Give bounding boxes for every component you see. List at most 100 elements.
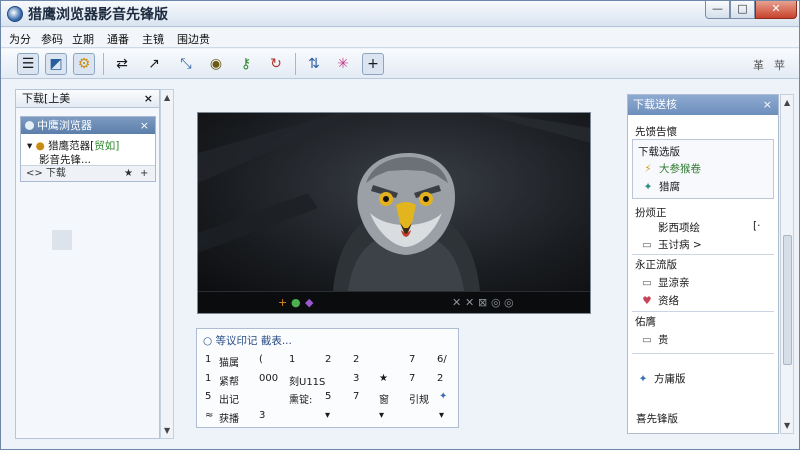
plus-icon[interactable]: + <box>140 166 148 181</box>
option-label: 大参猴卷 <box>659 163 701 175</box>
control-add-icon[interactable]: + <box>278 296 287 309</box>
line-icon[interactable]: ↗ <box>143 53 165 75</box>
scroll-up-icon[interactable]: ▲ <box>164 93 170 102</box>
sparkle-icon: ✦ <box>638 373 648 385</box>
box-icon: ▭ <box>642 334 652 346</box>
divider <box>632 353 774 354</box>
menu-item-5[interactable]: 主镜 <box>142 31 164 47</box>
cell: 1 <box>289 354 296 365</box>
option-item[interactable]: ⚡ 大参猴卷 <box>641 161 701 176</box>
download-version-group: 下载选版 ⚡ 大参猴卷 ✦ 猎腐 <box>632 139 774 199</box>
cell: 6/ <box>437 354 447 365</box>
minimize-button[interactable]: — <box>705 1 730 19</box>
section-heading: 永正流版 <box>635 259 677 271</box>
dropdown-icon[interactable]: ▾ <box>379 410 384 421</box>
box-icon: ▭ <box>642 277 652 289</box>
badge-icon: ● <box>35 140 45 152</box>
toolbar: ☰ ◩ ⚙ ⇄ ↗ ⤡ ◉ ⚷ ↻ ⇅ ✳ + 革 苹 <box>1 49 799 79</box>
video-player[interactable]: + ● ◆ ✕ ✕ ⊠ ◎ ◎ <box>197 112 591 314</box>
cell: 猫属 <box>219 358 239 369</box>
maximize-button[interactable]: □ <box>730 1 755 19</box>
scroll-down-icon[interactable]: ▼ <box>784 421 790 430</box>
cell: 2 <box>437 373 444 384</box>
key-icon[interactable]: ⚷ <box>235 53 257 75</box>
star-icon[interactable]: ★ <box>124 166 133 181</box>
option-item[interactable]: 影西项绘 [· <box>658 220 760 235</box>
option-item[interactable]: ▭ 贵 <box>640 332 668 347</box>
video-frame <box>198 113 590 291</box>
control-shape-icon[interactable]: ◆ <box>305 296 313 309</box>
control-stop-icon[interactable]: ⊠ <box>478 296 487 309</box>
divider <box>632 254 774 255</box>
swap-icon[interactable]: ⇄ <box>111 53 133 75</box>
menu-item-3[interactable]: 立期 <box>72 31 94 47</box>
scroll-up-icon[interactable]: ▲ <box>784 98 790 107</box>
resize-icon[interactable]: ⤡ <box>175 53 197 75</box>
right-panel-header: 下载送核 × <box>628 95 778 115</box>
star-burst-icon[interactable]: ✳ <box>332 53 354 75</box>
toolbar-right-label-1[interactable]: 革 <box>753 57 764 73</box>
menu-bar: 为分 参码 立期 通番 主镜 围边贵 <box>1 28 799 48</box>
close-button[interactable]: ✕ <box>755 1 797 19</box>
info-table-header[interactable]: ○ 等议印记 截表... <box>203 333 292 348</box>
option-label: 资络 <box>658 295 679 307</box>
cell: 2 <box>325 354 332 365</box>
left-scrollbar[interactable]: ▲ ▼ <box>160 89 174 439</box>
table-row[interactable]: 1 猫属 ( 1 2 2 7 6/ <box>197 353 460 369</box>
menu-item-6[interactable]: 围边贵 <box>177 31 210 47</box>
subpanel-close-icon[interactable]: × <box>140 117 149 134</box>
menu-item-4[interactable]: 通番 <box>107 31 129 47</box>
refresh-icon[interactable]: ↻ <box>265 53 287 75</box>
box-icon: ▭ <box>642 239 652 251</box>
window-title: 猎鹰浏览器影音先锋版 <box>28 7 168 23</box>
control-settings-icon[interactable]: ◎ <box>504 296 514 309</box>
menu-item-1[interactable]: 为分 <box>9 31 31 47</box>
dropdown-icon[interactable]: ▾ <box>325 410 330 421</box>
download-sidebar: 下载[上美 × 中鹰浏览器 × ▾ ● 猎鹰范器[贸如] 影音先锋... <> … <box>15 89 160 439</box>
control-x1-icon[interactable]: ✕ <box>452 296 461 309</box>
option-item[interactable]: 喜先锋版 <box>636 411 678 426</box>
expand-arrow-icon[interactable]: ▾ <box>27 140 32 152</box>
option-item[interactable]: ✦ 方庸版 <box>636 371 686 386</box>
empty-placeholder <box>52 230 72 250</box>
scroll-down-icon[interactable]: ▼ <box>164 426 170 435</box>
cell: 紧帮 <box>219 377 239 388</box>
download-footer-label[interactable]: <> 下载 <box>26 168 66 179</box>
cell: 5 <box>325 391 332 402</box>
control-play-icon[interactable]: ● <box>291 296 301 309</box>
list-icon[interactable]: ☰ <box>17 53 39 75</box>
sparkle-icon: ✦ <box>643 181 653 193</box>
control-x2-icon[interactable]: ✕ <box>465 296 474 309</box>
right-scrollbar[interactable]: ▲ ▼ <box>780 94 794 434</box>
right-panel-close-icon[interactable]: × <box>763 95 772 115</box>
tools-icon[interactable]: ⇅ <box>303 53 325 75</box>
subpanel-header: 中鹰浏览器 × <box>21 117 155 134</box>
folder-icon[interactable]: ⚙ <box>73 53 95 75</box>
cell: 7 <box>353 391 360 402</box>
scroll-thumb[interactable] <box>783 235 792 365</box>
dropdown-icon[interactable]: ▾ <box>439 410 444 421</box>
palette-icon[interactable]: ◩ <box>45 53 67 75</box>
add-icon[interactable]: + <box>362 53 384 75</box>
section-heading: 佑膺 <box>635 316 656 328</box>
cell: 获播 <box>219 414 239 425</box>
download-options-panel: 下载送核 × 先馈告懷 下载选版 ⚡ 大参猴卷 ✦ 猎腐 扮烦正 影西项绘 [· ▭… <box>627 94 779 434</box>
table-row[interactable]: 1 紧帮 000 刻U11S 3 ★ 7 2 <box>197 372 460 388</box>
option-item[interactable]: ▭ 玉讨病 > <box>640 237 702 252</box>
right-panel-title: 下载送核 <box>633 98 677 111</box>
option-item[interactable]: ♥ 资络 <box>640 293 679 308</box>
tree-root[interactable]: ▾ ● 猎鹰范器[贸如] <box>27 138 119 153</box>
sidebar-close-icon[interactable]: × <box>144 90 153 107</box>
toolbar-separator <box>103 53 104 75</box>
menu-item-2[interactable]: 参码 <box>41 31 63 47</box>
toolbar-right-label-2[interactable]: 苹 <box>774 57 785 73</box>
option-item[interactable]: ✦ 猎腐 <box>641 179 680 194</box>
helmet-icon[interactable]: ◉ <box>205 53 227 75</box>
subpanel-title: 中鹰浏览器 <box>37 119 92 132</box>
title-bar[interactable]: 猎鹰浏览器影音先锋版 — □ ✕ <box>1 1 799 27</box>
option-label: 方庸版 <box>654 373 686 385</box>
table-row[interactable]: ≈ 获播 3 ▾ ▾ ▾ <box>197 409 460 425</box>
option-item[interactable]: ▭ 显涼亲 <box>640 275 689 290</box>
table-row[interactable]: 5 出记 熏锭: 5 7 窗 引规 ✦ <box>197 390 460 406</box>
control-loop-icon[interactable]: ◎ <box>491 296 501 309</box>
